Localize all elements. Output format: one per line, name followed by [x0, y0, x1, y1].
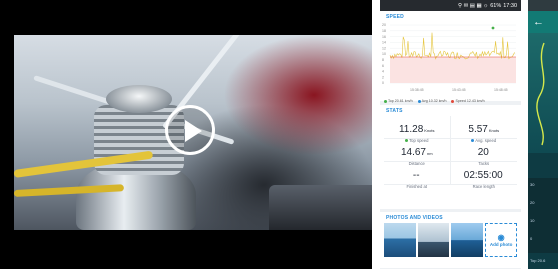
camera-icon: ◉	[497, 233, 505, 242]
photo-thumbnail[interactable]	[417, 223, 450, 257]
legend-avg-label: Avg 10.32 km/h	[421, 99, 447, 103]
stat-value: 20	[477, 147, 489, 158]
battery-level: 61%	[490, 2, 502, 9]
y-tick-label: 6	[382, 64, 384, 68]
status-icons: ⚲ ✉ ▤ ▦ ☼	[458, 2, 489, 9]
status-time: 17:30	[503, 2, 517, 9]
winch-top	[106, 85, 172, 113]
stat-value-row: 02:55:00	[451, 165, 518, 183]
status-bar: ⚲ ✉ ▤ ▦ ☼ 61% 17:30	[380, 0, 521, 11]
deck-rail	[269, 185, 372, 230]
axis-label: 0	[530, 236, 533, 241]
stat-unit: Knots	[424, 128, 435, 133]
y-tick-label: 8	[382, 58, 384, 62]
axis-label: 30	[530, 182, 535, 187]
status-bar	[528, 0, 558, 11]
x-tick-label: 15:38:45	[410, 88, 424, 92]
stat-label-row: Race length	[451, 184, 518, 189]
photos-card: PHOTOS AND VIDEOS ◉ Add photo	[380, 212, 521, 268]
app-screenshot-stats: ⚲ ✉ ▤ ▦ ☼ 61% 17:30 SPEED 20 18 16 14 12 10 8 6…	[380, 0, 521, 269]
stat-value: 11.28	[398, 124, 424, 135]
y-tick-label: 12	[382, 46, 386, 50]
speed-card: SPEED 20 18 16 14 12 10 8 6 4 2 0 15:38:45 15:43:45 1…	[380, 11, 521, 103]
stat-value-row: 14.67nm	[384, 142, 450, 160]
play-button[interactable]	[165, 105, 215, 155]
axis-label: 20	[530, 200, 535, 205]
stat-unit: nm	[426, 151, 433, 156]
legend-top: Top 20.61 km/h	[384, 99, 413, 103]
stat-value: --	[412, 170, 420, 181]
speed-area	[390, 57, 516, 83]
y-tick-label: 10	[382, 52, 386, 56]
y-tick-label: 20	[382, 23, 386, 27]
stat-value: 5.57	[468, 124, 488, 135]
legend-avg: Avg 10.32 km/h	[417, 99, 447, 103]
stat-cell: -- Finished at	[384, 162, 451, 189]
video-player[interactable]	[0, 0, 372, 269]
add-photo-label: Add photo	[489, 242, 513, 247]
back-icon[interactable]: ←	[528, 11, 558, 33]
speed-legend: Top 20.61 km/h Avg 10.32 km/h Speed 12.4…	[384, 99, 485, 103]
legend-speed-label: Speed 12.43 km/h	[455, 99, 485, 103]
stat-value-row: 5.57Knots	[451, 119, 518, 137]
x-tick-label: 15:43:45	[452, 88, 466, 92]
stat-unit: Knots	[488, 128, 500, 133]
stat-value: 14.67	[400, 147, 426, 158]
stat-label: Race length	[472, 184, 495, 189]
photos-title: PHOTOS AND VIDEOS	[386, 215, 443, 221]
track-map	[528, 33, 558, 153]
legend-label: Top 20.6	[530, 258, 546, 263]
app-screenshot-map: ← 30 20 10 0 Top 20.6	[528, 0, 558, 269]
photo-thumbnails: ◉ Add photo	[380, 223, 521, 257]
stat-cell: 11.28Knots Top speed	[384, 116, 451, 143]
add-photo-button[interactable]: ◉ Add photo	[485, 223, 518, 257]
x-tick-label: 15:48:45	[494, 88, 508, 92]
y-tick-label: 4	[382, 70, 384, 74]
stat-cell: 02:55:00 Race length	[450, 162, 518, 189]
stats-grid: 11.28Knots Top speed 5.57Knots Avg. speed 14…	[380, 116, 521, 189]
legend-speed: Speed 12.43 km/h	[451, 99, 485, 103]
top-speed-marker	[491, 26, 495, 30]
stat-label-row: Finished at	[384, 184, 450, 189]
y-tick-label: 14	[382, 41, 386, 45]
stat-label: Finished at	[406, 184, 427, 189]
axis-label: 10	[530, 218, 535, 223]
photo-thumbnail[interactable]	[384, 223, 416, 257]
stat-cell: 14.67nm Distance	[384, 139, 451, 166]
stat-value-row: --	[384, 165, 450, 183]
y-tick-label: 0	[382, 81, 384, 85]
speed-graph-mini: 30 20 10 0	[528, 178, 558, 253]
y-tick-label: 2	[382, 75, 384, 79]
photo-thumbnail[interactable]	[451, 223, 484, 257]
stats-title: STATS	[386, 108, 403, 114]
legend-top-label: Top 20.61 km/h	[388, 99, 413, 103]
stat-value-row: 20	[451, 142, 518, 160]
speed-chart: 2018161412108642015:38:45 15:43:45 15:48:4…	[382, 23, 516, 92]
y-tick-label: 18	[382, 29, 386, 33]
stat-value: 02:55:00	[463, 170, 503, 181]
stat-cell: 5.57Knots Avg. speed	[450, 116, 518, 143]
y-tick-label: 16	[382, 35, 386, 39]
play-icon	[185, 120, 202, 142]
stat-value-row: 11.28Knots	[384, 119, 450, 137]
stat-cell: 20 Tacks	[450, 139, 518, 166]
stats-card: STATS 11.28Knots Top speed 5.57Knots Avg. s…	[380, 105, 521, 209]
